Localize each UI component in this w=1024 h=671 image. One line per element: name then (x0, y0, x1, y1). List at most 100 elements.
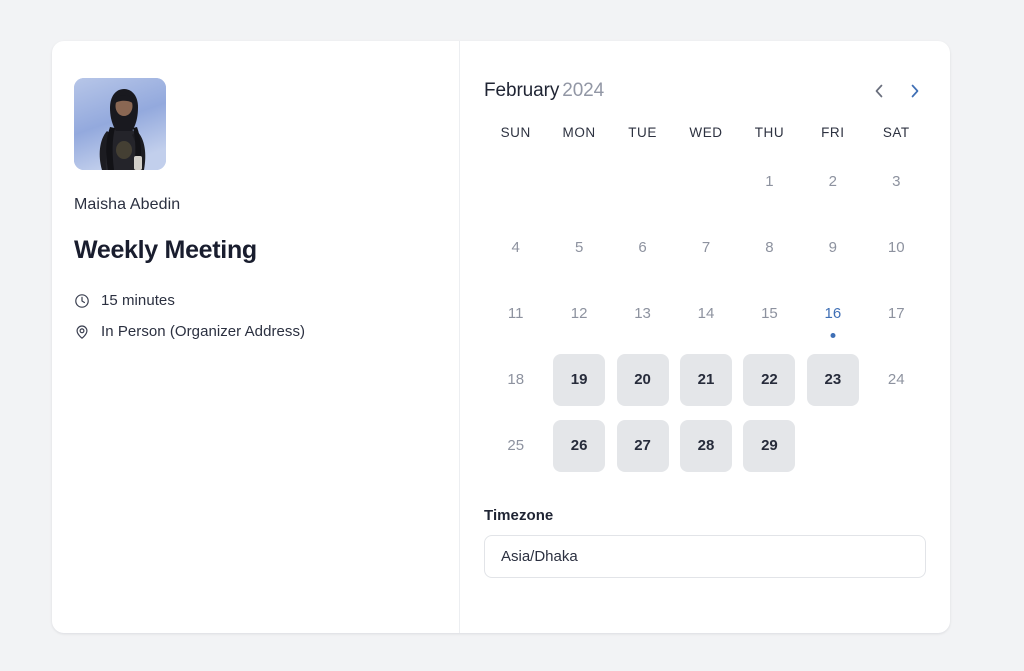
day-box-empty (553, 156, 605, 208)
weekday-tue: TUE (628, 125, 657, 140)
day-number: 7 (701, 239, 711, 256)
calendar-day-cell: 10 (865, 215, 928, 281)
day-1-disabled: 1 (743, 156, 795, 208)
weekday-thu: THU (754, 125, 785, 140)
day-box-empty (490, 156, 542, 208)
calendar-day-cell: 3 (865, 149, 928, 215)
calendar-day-grid: 1 2 3 4 5 6 7 8 9 10 11 12 13 14 15 16 17 18 19 20 21 22 23 24 2… (484, 149, 928, 479)
calendar-day-cell: 2 (801, 149, 864, 215)
calendar-day-cell[interactable]: 26 (547, 413, 610, 479)
day-4-disabled: 4 (490, 222, 542, 274)
day-29-available[interactable]: 29 (743, 420, 796, 472)
day-2-disabled: 2 (807, 156, 859, 208)
day-8-disabled: 8 (743, 222, 795, 274)
day-19-available[interactable]: 19 (553, 354, 606, 406)
calendar-day-cell: 4 (484, 215, 547, 281)
day-number: 26 (570, 437, 588, 454)
day-number: 10 (887, 239, 905, 256)
event-duration-row: 15 minutes (74, 292, 427, 310)
weekday-sun: SUN (500, 125, 531, 140)
day-25-disabled: 25 (490, 420, 542, 472)
calendar-day-cell[interactable]: 19 (547, 347, 610, 413)
avatar (74, 78, 166, 170)
calendar-weekday-header: SUN MON TUE WED THU FRI SAT (484, 123, 928, 143)
clock-icon (74, 293, 90, 309)
chevron-left-icon (872, 82, 886, 100)
calendar-day-cell: 15 (738, 281, 801, 347)
calendar-day-cell: 12 (547, 281, 610, 347)
day-number: 22 (761, 371, 778, 388)
day-18-disabled: 18 (490, 354, 542, 406)
day-24-disabled: 24 (870, 354, 922, 406)
day-10-disabled: 10 (870, 222, 922, 274)
day-number: 4 (511, 239, 520, 256)
day-number: 17 (887, 305, 905, 322)
calendar-day-cell[interactable]: 28 (674, 413, 737, 479)
weekday-wed: WED (689, 125, 723, 140)
day-21-available[interactable]: 21 (679, 354, 732, 406)
day-number: 28 (697, 437, 715, 454)
calendar-day-cell[interactable]: 27 (611, 413, 674, 479)
page-root: Maisha Abedin Weekly Meeting 15 minutes (0, 0, 1024, 671)
calendar-day-cell: 16 (801, 281, 864, 347)
calendar-header: February 2024 (484, 79, 928, 103)
calendar-month-label: February (484, 80, 560, 101)
day-number: 24 (887, 371, 905, 388)
day-20-available[interactable]: 20 (616, 354, 669, 406)
day-26-available[interactable]: 26 (553, 420, 606, 472)
calendar-month-year: February 2024 (484, 79, 604, 103)
calendar-day-cell: 11 (484, 281, 547, 347)
calendar-day-cell: 9 (801, 215, 864, 281)
calendar-day-cell[interactable]: 22 (738, 347, 801, 413)
calendar-day-cell[interactable]: 29 (738, 413, 801, 479)
booking-card: Maisha Abedin Weekly Meeting 15 minutes (52, 41, 950, 633)
calendar-day-cell[interactable]: 21 (674, 347, 737, 413)
day-14-disabled: 14 (680, 288, 732, 340)
day-6-disabled: 6 (617, 222, 669, 274)
day-27-available[interactable]: 27 (616, 420, 669, 472)
event-location-row: In Person (Organizer Address) (74, 323, 427, 341)
day-number: 8 (765, 239, 774, 256)
event-location-text: In Person (Organizer Address) (101, 323, 306, 340)
day-number: 19 (570, 371, 588, 388)
day-23-available[interactable]: 23 (806, 354, 859, 406)
day-number: 23 (824, 371, 842, 388)
timezone-block: Timezone (484, 507, 928, 578)
day-17-disabled: 17 (870, 288, 922, 340)
calendar-day-cell: 14 (674, 281, 737, 347)
calendar-day-cell: 17 (865, 281, 928, 347)
timezone-input[interactable] (484, 535, 926, 578)
next-month-button[interactable] (904, 80, 926, 102)
day-9-disabled: 9 (807, 222, 859, 274)
day-number: 25 (507, 437, 525, 454)
calendar-nav (868, 80, 926, 102)
day-22-available[interactable]: 22 (743, 354, 796, 406)
prev-month-button[interactable] (868, 80, 890, 102)
calendar-day-cell[interactable]: 23 (801, 347, 864, 413)
day-7-disabled: 7 (680, 222, 732, 274)
day-number: 18 (507, 371, 525, 388)
calendar-day-cell: 13 (611, 281, 674, 347)
day-28-available[interactable]: 28 (679, 420, 732, 472)
calendar-day-cell: 18 (484, 347, 547, 413)
calendar-blank-cell (547, 149, 610, 215)
chevron-right-icon (908, 82, 922, 100)
day-number: 6 (638, 239, 647, 256)
day-16-today: 16 (807, 288, 859, 340)
day-number: 29 (761, 437, 778, 454)
today-indicator-dot (830, 333, 836, 338)
map-pin-icon (74, 324, 90, 340)
day-number: 9 (828, 239, 838, 256)
event-duration-text: 15 minutes (101, 292, 175, 309)
day-number: 15 (761, 305, 778, 322)
calendar-day-cell: 24 (865, 347, 928, 413)
calendar-day-cell: 8 (738, 215, 801, 281)
calendar-blank-cell (484, 149, 547, 215)
day-number: 20 (634, 371, 651, 388)
calendar-day-cell[interactable]: 20 (611, 347, 674, 413)
calendar-blank-cell (674, 149, 737, 215)
event-details-panel: Maisha Abedin Weekly Meeting 15 minutes (52, 41, 460, 633)
day-box-empty (617, 156, 669, 208)
weekday-sat: SAT (882, 125, 910, 140)
weekday-fri: FRI (821, 125, 845, 140)
